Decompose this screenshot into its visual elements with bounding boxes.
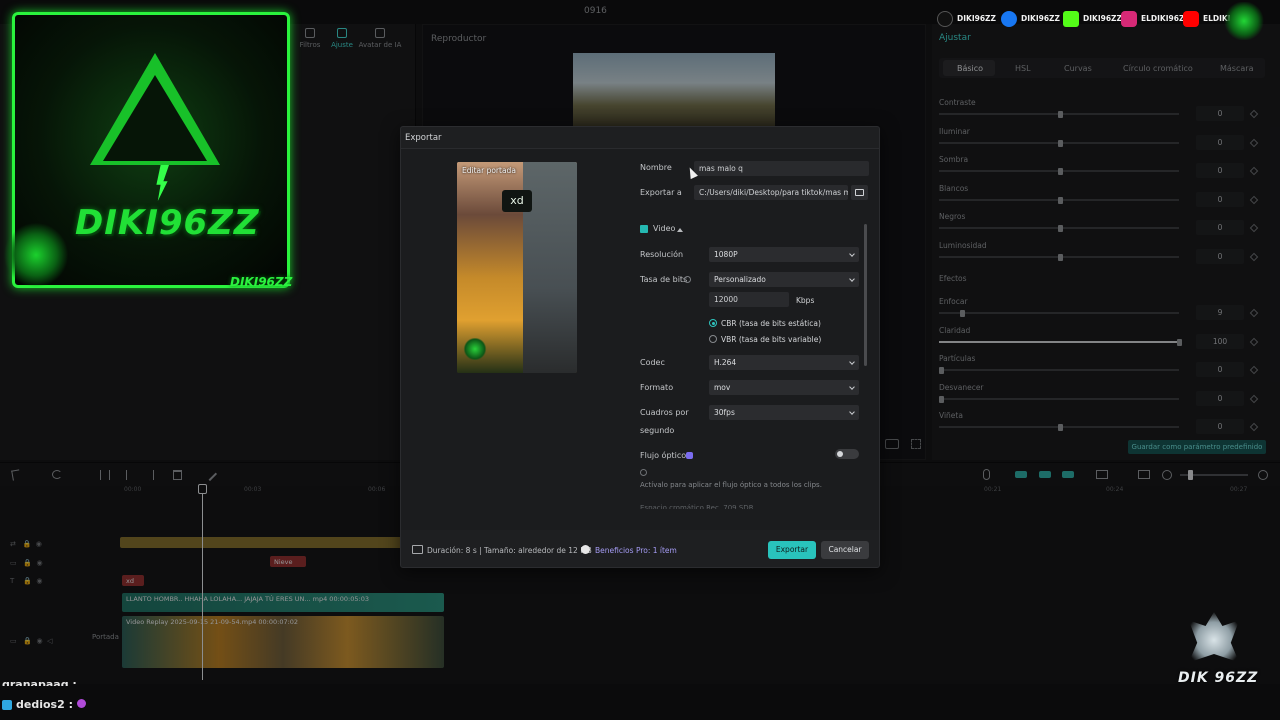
folder-icon [855,189,864,196]
video-section-label[interactable]: Video [653,224,675,233]
facebook-icon [1001,11,1017,27]
social-instagram: ELDIKI96ZZ [1121,10,1190,28]
lightning-icon [156,165,169,201]
bitrate-label: Tasa de bits [640,275,688,284]
bitrate-value: Personalizado [714,275,766,284]
info-icon[interactable] [684,276,691,283]
name-input[interactable]: mas malo q [694,161,869,176]
edit-cover-button[interactable]: Editar portada [462,166,516,175]
fps-value: 30fps [714,408,735,417]
resolution-select[interactable]: 1080P [709,247,859,262]
social-label: DIKI96ZZ [957,14,996,23]
pro-benefits-link[interactable]: Beneficios Pro: 1 ítem [595,546,677,555]
chat-user: granapaaq : [2,678,77,686]
chat-overlay: granapaaq : dedios2 : [0,678,1280,720]
cover-badge: xd [502,190,532,212]
pro-gem-icon [686,452,693,459]
crown-icon [1188,612,1240,663]
optical-flow-label: Flujo óptico [640,451,687,460]
film-icon [412,545,423,554]
logo-emblem [4,222,68,288]
social-label: DIKI96ZZ [1021,14,1060,23]
chevron-down-icon [849,409,855,415]
logo-sub: DIKI96ZZ [230,275,293,289]
optical-flow-toggle[interactable] [835,449,859,459]
export-dialog-title: Exportar [405,133,442,143]
badge-icon [2,700,12,710]
bitrate-select[interactable]: Personalizado [709,272,859,287]
cancel-button[interactable]: Cancelar [821,541,869,559]
vbr-label[interactable]: VBR (tasa de bits variable) [721,335,821,344]
export-path-input[interactable]: C:/Users/diki/Desktop/para tiktok/mas m.… [694,185,848,200]
chevron-down-icon [849,251,855,257]
format-select[interactable]: mov [709,380,859,395]
chat-user: dedios2 : [16,698,77,711]
codec-select[interactable]: H.264 [709,355,859,370]
social-tiktok: DIKI96ZZ [937,10,996,28]
codec-label: Codec [640,358,665,367]
chat-line: granapaaq : [2,678,77,686]
resolution-value: 1080P [714,250,738,259]
bitrate-input[interactable]: 12000 [709,292,789,307]
cover-logo [463,338,487,360]
color-space-row: Espacio cromático Rec. 709 SDR [640,504,754,509]
dialog-scrollbar[interactable] [864,224,867,366]
alert-icon[interactable] [581,545,590,554]
video-checkbox[interactable] [640,225,648,233]
cbr-radio[interactable] [709,319,717,327]
emote-icon [76,699,86,708]
chevron-down-icon [849,359,855,365]
resolution-label: Resolución [640,250,684,259]
kick-icon [1063,11,1079,27]
cbr-label[interactable]: CBR (tasa de bits estática) [721,319,821,328]
social-facebook: DIKI96ZZ [1001,10,1060,28]
social-label: DIKI96ZZ [1083,14,1122,23]
chat-line: dedios2 : [2,698,86,711]
format-value: mov [714,383,731,392]
vbr-radio[interactable] [709,335,717,343]
codec-value: H.264 [714,358,737,367]
youtube-icon [1183,11,1199,27]
fps-label-line2: segundo [640,426,675,435]
collapse-icon[interactable] [677,228,683,232]
chevron-down-icon [849,384,855,390]
logo-triangle-inner [103,75,207,161]
info-icon[interactable] [640,469,647,476]
optical-flow-hint: Actívalo para aplicar el flujo óptico a … [640,481,822,489]
corner-logo-emblem [1224,2,1264,40]
export-to-label: Exportar a [640,188,682,197]
fps-label: Cuadros por [640,408,689,417]
tiktok-icon [937,11,953,27]
social-kick: DIKI96ZZ [1063,10,1122,28]
name-label: Nombre [640,163,672,172]
cover-thumbnail[interactable]: Editar portada xd [457,162,577,373]
instagram-icon [1121,11,1137,27]
browse-folder-button[interactable] [851,185,868,200]
export-button[interactable]: Exportar [768,541,816,559]
chevron-down-icon [849,276,855,282]
bitrate-unit: Kbps [796,296,815,305]
fps-select[interactable]: 30fps [709,405,859,420]
corner-logo [1218,2,1270,40]
format-label: Formato [640,383,674,392]
logo-name: DIKI96ZZ [75,203,260,243]
export-info: Duración: 8 s | Tamaño: alrededor de 12 … [427,546,592,555]
